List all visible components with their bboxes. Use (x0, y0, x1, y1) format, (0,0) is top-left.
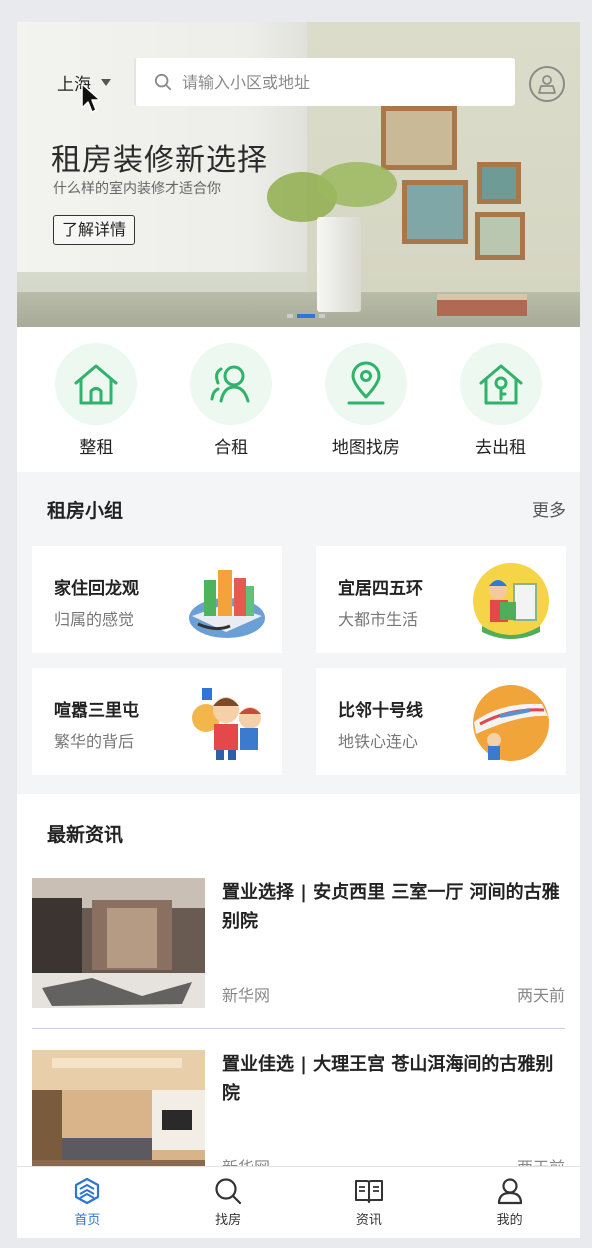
group-subtitle: 大都市生活 (338, 610, 419, 629)
hero-banner[interactable]: 上海 租房装修新选择 什么样的室内装修才适合你 了解详情 (17, 22, 580, 327)
carousel-indicator[interactable] (287, 314, 325, 318)
category-icon-bg (324, 343, 407, 425)
tab-news[interactable]: 资讯 (299, 1167, 440, 1238)
search-box[interactable] (134, 58, 515, 106)
category-icon-bg (55, 343, 138, 425)
banner-frame (477, 162, 521, 204)
tab-find-home[interactable]: 找房 (158, 1167, 299, 1238)
news-thumbnail (32, 1050, 205, 1180)
city-buildings-illustration (189, 570, 265, 638)
category-icon-bg (459, 343, 542, 425)
group-subtitle: 地铁心连心 (338, 732, 419, 751)
category-icon-bg (190, 343, 273, 425)
people-icon (210, 365, 250, 403)
carousel-dot-active[interactable] (297, 314, 315, 318)
mouse-cursor-icon (81, 83, 101, 113)
house-key-icon (479, 364, 523, 405)
group-card[interactable]: 比邻十号线 地铁心连心 (316, 668, 566, 775)
news-divider (32, 1028, 565, 1029)
group-card[interactable]: 宜居四五环 大都市生活 (316, 546, 566, 653)
news-title: 最新资讯 (47, 824, 124, 846)
more-link[interactable]: 更多 (532, 496, 566, 523)
person-icon (497, 1178, 522, 1205)
group-title: 家住回龙观 (54, 579, 139, 599)
search-icon (215, 1178, 242, 1205)
search-icon (154, 73, 172, 91)
category-label: 去出租 (475, 438, 527, 458)
carousel-dot[interactable] (319, 314, 325, 318)
location-person-icon (538, 75, 556, 94)
group-title: 喧嚣三里屯 (54, 701, 139, 721)
group-subtitle: 繁华的背后 (54, 732, 135, 751)
delivery-man-illustration (473, 563, 549, 639)
book-icon (354, 1180, 383, 1203)
tab-home[interactable]: 首页 (17, 1167, 158, 1238)
groups-title: 租房小组 (47, 500, 124, 522)
banner-title: 租房装修新选择 (51, 143, 268, 178)
group-card[interactable]: 喧嚣三里屯 繁华的背后 (32, 668, 282, 775)
search-input[interactable] (182, 72, 482, 92)
bottom-tab-bar: 首页 找房 资讯 我的 (17, 1166, 580, 1238)
groups-header: 租房小组 更多 (17, 496, 580, 523)
banner-vase (317, 217, 361, 312)
category-shared-rent[interactable]: 合租 (171, 327, 291, 472)
banner-frame (475, 212, 525, 260)
tab-label: 资讯 (355, 1213, 382, 1228)
category-label: 整租 (79, 438, 114, 458)
tab-label: 找房 (215, 1213, 242, 1228)
news-time: 两天前 (516, 986, 565, 1005)
house-icon (74, 364, 118, 405)
crowd-illustration (192, 688, 261, 760)
category-row: 整租 合租 地图找房 去出租 (17, 327, 580, 472)
category-whole-rent[interactable]: 整租 (36, 327, 156, 472)
subway-train-illustration (473, 685, 549, 761)
learn-more-button[interactable]: 了解详情 (53, 215, 136, 245)
group-title: 比邻十号线 (338, 701, 423, 721)
banner-books (437, 294, 527, 316)
category-label: 地图找房 (331, 438, 400, 458)
group-subtitle: 归属的感觉 (54, 610, 135, 629)
group-card[interactable]: 家住回龙观 归属的感觉 (32, 546, 282, 653)
banner-plant (317, 162, 397, 207)
home-cube-icon (75, 1177, 100, 1205)
map-pin-icon (347, 361, 385, 405)
news-headline: 置业佳选 | 大理王宫 苍山洱海间的古雅别院 (222, 1054, 554, 1104)
banner-subtitle: 什么样的室内装修才适合你 (53, 181, 221, 197)
category-label: 合租 (214, 438, 249, 458)
banner-frame (402, 180, 468, 244)
tab-label: 首页 (74, 1213, 101, 1228)
profile-button[interactable] (529, 66, 565, 102)
chevron-down-icon (101, 79, 111, 86)
news-thumbnail (32, 878, 205, 1008)
tab-mine[interactable]: 我的 (439, 1167, 580, 1238)
group-title: 宜居四五环 (338, 579, 423, 599)
banner-frame (381, 106, 457, 170)
tab-label: 我的 (496, 1213, 523, 1228)
news-headline: 置业选择 | 安贞西里 三室一厅 河间的古雅别院 (222, 882, 560, 932)
category-map-search[interactable]: 地图找房 (306, 327, 426, 472)
category-list-for-rent[interactable]: 去出租 (441, 327, 561, 472)
app-screen: 上海 租房装修新选择 什么样的室内装修才适合你 了解详情 (17, 22, 580, 1238)
news-source: 新华网 (222, 986, 271, 1005)
carousel-dot[interactable] (287, 314, 293, 318)
